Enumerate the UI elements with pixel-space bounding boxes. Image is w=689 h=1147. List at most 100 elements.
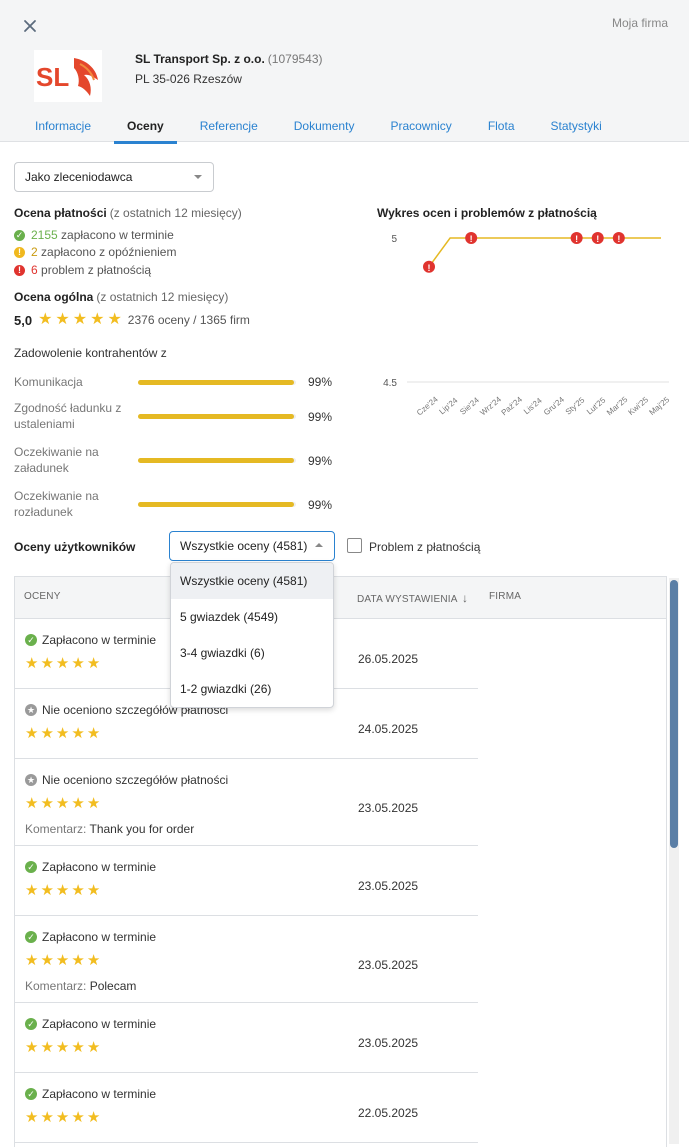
row-date: 23.05.2025 — [358, 1036, 419, 1050]
row-date: 26.05.2025 — [358, 652, 419, 666]
overall-summary: 2376 oceny / 1365 firm — [127, 313, 250, 327]
company-info: SL Transport Sp. z o.o. (1079543) PL 35-0… — [135, 52, 323, 86]
row-status: ★ Nie oceniono szczegółów płatności — [25, 773, 228, 787]
payment-problem-checkbox[interactable] — [347, 538, 362, 553]
star-icon: ★ — [25, 882, 39, 899]
metric-label: Oczekiwanie na rozładunek — [14, 489, 99, 519]
metric-bar — [138, 414, 296, 419]
overall-stars: ★ ★ ★ ★ ★ — [38, 312, 125, 328]
dropdown-option-1-2-stars[interactable]: 1-2 gwiazdki (26) — [171, 671, 333, 707]
row-status-text: Nie oceniono szczegółów płatności — [42, 773, 229, 787]
tab-referencje[interactable]: Referencje — [187, 116, 271, 144]
satisfaction-title: Zadowolenie kontrahentów z — [14, 346, 167, 360]
metric-bar-fill — [138, 502, 295, 507]
chart-title: Wykres ocen i problemów z płatnością — [377, 206, 597, 220]
table-row[interactable]: ✓ Zapłacono w terminie ★ ★ ★ ★ ★ 23.05.2025 Kome… — [15, 916, 478, 1003]
star-icon: ★ — [86, 1039, 101, 1056]
star-icon: ★ — [40, 795, 54, 812]
dropdown-option-5-stars[interactable]: 5 gwiazdek (4549) — [171, 599, 333, 635]
rating-filter-select[interactable]: Wszystkie oceny (4581) — [169, 531, 335, 561]
row-date: 23.05.2025 — [358, 801, 419, 815]
row-status: ✓ Zapłacono w terminie — [25, 860, 156, 874]
my-company-link[interactable]: Moja firma — [612, 16, 668, 30]
comment-text: Thank you for order — [89, 822, 195, 836]
tab-oceny[interactable]: Oceny — [114, 116, 177, 144]
caret-up-icon — [315, 543, 323, 547]
close-icon[interactable] — [22, 18, 38, 34]
check-circle-icon: ✓ — [25, 931, 37, 943]
y-tick-label: 4.5 — [383, 378, 397, 389]
rating-chart: 54.5!!!! !Cze'24Lip'24Sie'24Wrz'24Paź'24L… — [383, 232, 672, 418]
star-icon: ★ — [25, 1039, 39, 1056]
table-row[interactable]: ✓ Zapłacono w terminie ★ ★ ★ ★ ★ 23.05.2025 — [15, 1003, 478, 1073]
tab-pracownicy[interactable]: Pracownicy — [377, 116, 464, 144]
star-icon: ★ — [86, 725, 101, 742]
star-icon: ★ — [55, 725, 70, 742]
warning-circle-icon: ! — [14, 246, 25, 258]
tab-dokumenty[interactable]: Dokumenty — [281, 116, 368, 144]
metric-bar-fill — [138, 380, 295, 385]
star-icon: ★ — [25, 1109, 39, 1126]
row-date: 24.05.2025 — [358, 722, 419, 736]
column-header-ratings[interactable]: OCENY — [24, 591, 61, 602]
column-divider — [666, 619, 667, 1147]
table-scrollbar[interactable] — [669, 578, 679, 1144]
star-icon: ★ — [40, 952, 54, 969]
metric-bar — [138, 380, 296, 385]
tab-informacje[interactable]: Informacje — [22, 116, 104, 144]
table-row[interactable]: ✓ Zapłacono w terminie ★ ★ ★ ★ ★ 22.05.2025 — [15, 1073, 478, 1143]
row-stars: ★ ★ ★ ★ ★ — [25, 726, 102, 742]
row-stars: ★ ★ ★ ★ ★ — [25, 1110, 102, 1126]
row-status: ✓ Zapłacono w terminie — [25, 1017, 156, 1031]
star-icon: ★ — [71, 1109, 85, 1126]
column-header-company[interactable]: FIRMA — [489, 591, 521, 602]
x-tick-label: Kwi'25 — [626, 395, 650, 417]
table-row[interactable]: ★ Nie oceniono szczegółów płatności ★ ★ ★ ★ ★ 2… — [15, 759, 478, 846]
star-icon: ★ — [71, 952, 85, 969]
table-row[interactable]: ✓ Zapłacono w terminie ★ ★ ★ ★ ★ 23.05.2025 — [15, 846, 478, 916]
metric-komunikacja: Komunikacja 99% — [14, 374, 344, 394]
late-label: zapłacono z opóźnieniem — [41, 245, 177, 259]
column-header-date[interactable]: DATA WYSTAWIENIA ↓ — [357, 591, 468, 605]
ratings-table: OCENY DATA WYSTAWIENIA ↓ FIRMA ✓ Zapłacon… — [14, 576, 667, 1147]
company-logo: SL — [34, 50, 102, 102]
comment-text: Polecam — [89, 979, 137, 993]
role-select[interactable]: Jako zleceniodawca — [14, 162, 214, 192]
row-status-text: Zapłacono w terminie — [42, 930, 157, 944]
scrollbar-thumb[interactable] — [670, 580, 678, 848]
dropdown-option-3-4-stars[interactable]: 3-4 gwiazdki (6) — [171, 635, 333, 671]
overall-score: 5,0 — [14, 312, 33, 328]
x-tick-label: Mar'25 — [605, 395, 630, 418]
star-icon: ★ — [55, 882, 70, 899]
payment-on-time: ✓ 2155 zapłacono w terminie — [14, 228, 174, 242]
star-icon: ★ — [86, 882, 101, 899]
star-icon: ★ — [25, 725, 39, 742]
dropdown-option-all[interactable]: Wszystkie oceny (4581) — [171, 563, 333, 599]
metric-percent: 99% — [308, 454, 333, 468]
tab-statystyki[interactable]: Statystyki — [538, 116, 615, 144]
star-icon: ★ — [71, 655, 85, 672]
x-tick-label: Maj'25 — [648, 395, 672, 417]
star-icon: ★ — [38, 311, 53, 328]
star-icon: ★ — [90, 311, 105, 328]
overall-subtitle: (z ostatnich 12 miesięcy) — [96, 290, 229, 304]
row-stars: ★ ★ ★ ★ ★ — [25, 1040, 102, 1056]
star-icon: ★ — [86, 795, 101, 812]
row-stars: ★ ★ ★ ★ ★ — [25, 953, 102, 969]
check-circle-icon: ✓ — [14, 229, 25, 241]
star-icon: ★ — [71, 725, 85, 742]
row-status-text: Zapłacono w terminie — [42, 860, 157, 874]
metric-label: Komunikacja — [14, 375, 83, 389]
payment-problem-checkbox-label[interactable]: Problem z płatnością — [369, 540, 480, 554]
comment-key: Komentarz: — [25, 822, 87, 836]
metric-percent: 99% — [308, 498, 333, 512]
company-id: (1079543) — [267, 52, 323, 66]
row-status-text: Zapłacono w terminie — [42, 1017, 157, 1031]
late-count: 2 — [31, 245, 38, 259]
metric-bar — [138, 458, 296, 463]
x-tick-label: Wrz'24 — [478, 394, 503, 417]
payment-subtitle: (z ostatnich 12 miesięcy) — [109, 206, 242, 220]
star-icon: ★ — [40, 655, 54, 672]
metric-zaladunek: Oczekiwanie na załadunek 99% — [14, 444, 344, 478]
tab-flota[interactable]: Flota — [475, 116, 528, 144]
